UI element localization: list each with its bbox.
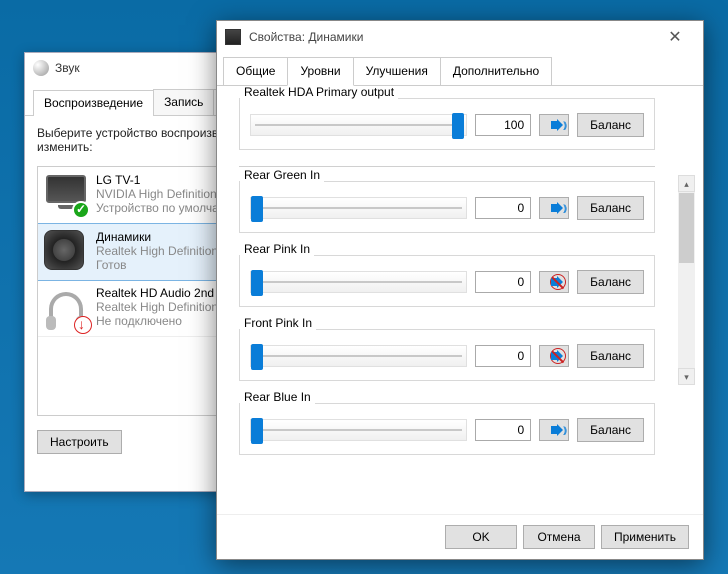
balance-button[interactable]: Баланс (577, 113, 644, 137)
slider-group: Rear Green In )) Баланс (239, 181, 655, 233)
mute-button[interactable]: )) (539, 114, 569, 136)
slider-group: Rear Blue In )) Баланс (239, 403, 655, 455)
cancel-button[interactable]: Отмена (523, 525, 595, 549)
tab-enhancements[interactable]: Улучшения (353, 57, 441, 86)
volume-value[interactable] (475, 419, 531, 441)
mute-button[interactable]: )) (539, 419, 569, 441)
monitor-icon (44, 173, 88, 217)
slider-group: Front Pink In Баланс (239, 329, 655, 381)
balance-button[interactable]: Баланс (577, 418, 644, 442)
slider-label: Realtek HDA Primary output (240, 85, 398, 99)
properties-icon (225, 29, 241, 45)
headphone-icon (44, 286, 88, 330)
volume-value[interactable] (475, 271, 531, 293)
volume-slider[interactable] (250, 419, 467, 441)
apply-button[interactable]: Применить (601, 525, 689, 549)
volume-slider[interactable] (250, 271, 467, 293)
slider-label: Rear Blue In (240, 390, 315, 404)
mute-button[interactable]: )) (539, 197, 569, 219)
error-badge-icon (74, 316, 92, 334)
tab-record[interactable]: Запись (153, 89, 214, 115)
volume-value[interactable] (475, 114, 531, 136)
configure-button[interactable]: Настроить (37, 430, 122, 454)
balance-button[interactable]: Баланс (577, 270, 644, 294)
separator (239, 166, 655, 167)
levels-panel: Realtek HDA Primary output )) Баланс Rea… (217, 85, 703, 514)
speaker-icon (44, 230, 88, 274)
properties-window: Свойства: Динамики ✕ Общие Уровни Улучше… (216, 20, 704, 560)
balance-button[interactable]: Баланс (577, 196, 644, 220)
properties-title-text: Свойства: Динамики (249, 30, 655, 44)
tab-playback[interactable]: Воспроизведение (33, 90, 154, 116)
scroll-up-icon[interactable]: ▴ (678, 175, 695, 192)
properties-tabs: Общие Уровни Улучшения Дополнительно (217, 53, 703, 86)
default-badge-icon (72, 201, 90, 219)
volume-slider[interactable] (250, 197, 467, 219)
slider-label: Rear Pink In (240, 242, 314, 256)
tab-advanced[interactable]: Дополнительно (440, 57, 552, 86)
sound-icon (33, 60, 49, 76)
mute-button[interactable] (539, 345, 569, 367)
tab-levels[interactable]: Уровни (287, 57, 353, 86)
balance-button[interactable]: Баланс (577, 344, 644, 368)
slider-group-primary: Realtek HDA Primary output )) Баланс (239, 98, 655, 150)
volume-value[interactable] (475, 197, 531, 219)
properties-title-bar[interactable]: Свойства: Динамики ✕ (217, 21, 703, 53)
scrollbar[interactable]: ▴ ▾ (678, 175, 695, 385)
scroll-thumb[interactable] (679, 193, 694, 263)
ok-button[interactable]: OK (445, 525, 517, 549)
slider-label: Rear Green In (240, 168, 324, 182)
close-button[interactable]: ✕ (655, 27, 695, 47)
dialog-buttons: OK Отмена Применить (217, 514, 703, 559)
volume-slider[interactable] (250, 345, 467, 367)
tab-general[interactable]: Общие (223, 57, 288, 86)
slider-group: Rear Pink In Баланс (239, 255, 655, 307)
volume-value[interactable] (475, 345, 531, 367)
sound-title-text: Звук (55, 61, 80, 75)
scroll-down-icon[interactable]: ▾ (678, 368, 695, 385)
mute-button[interactable] (539, 271, 569, 293)
slider-label: Front Pink In (240, 316, 316, 330)
inputs-scroll-area: Rear Green In )) Баланс Rear Pink In Бал… (239, 181, 693, 411)
volume-slider[interactable] (250, 114, 467, 136)
